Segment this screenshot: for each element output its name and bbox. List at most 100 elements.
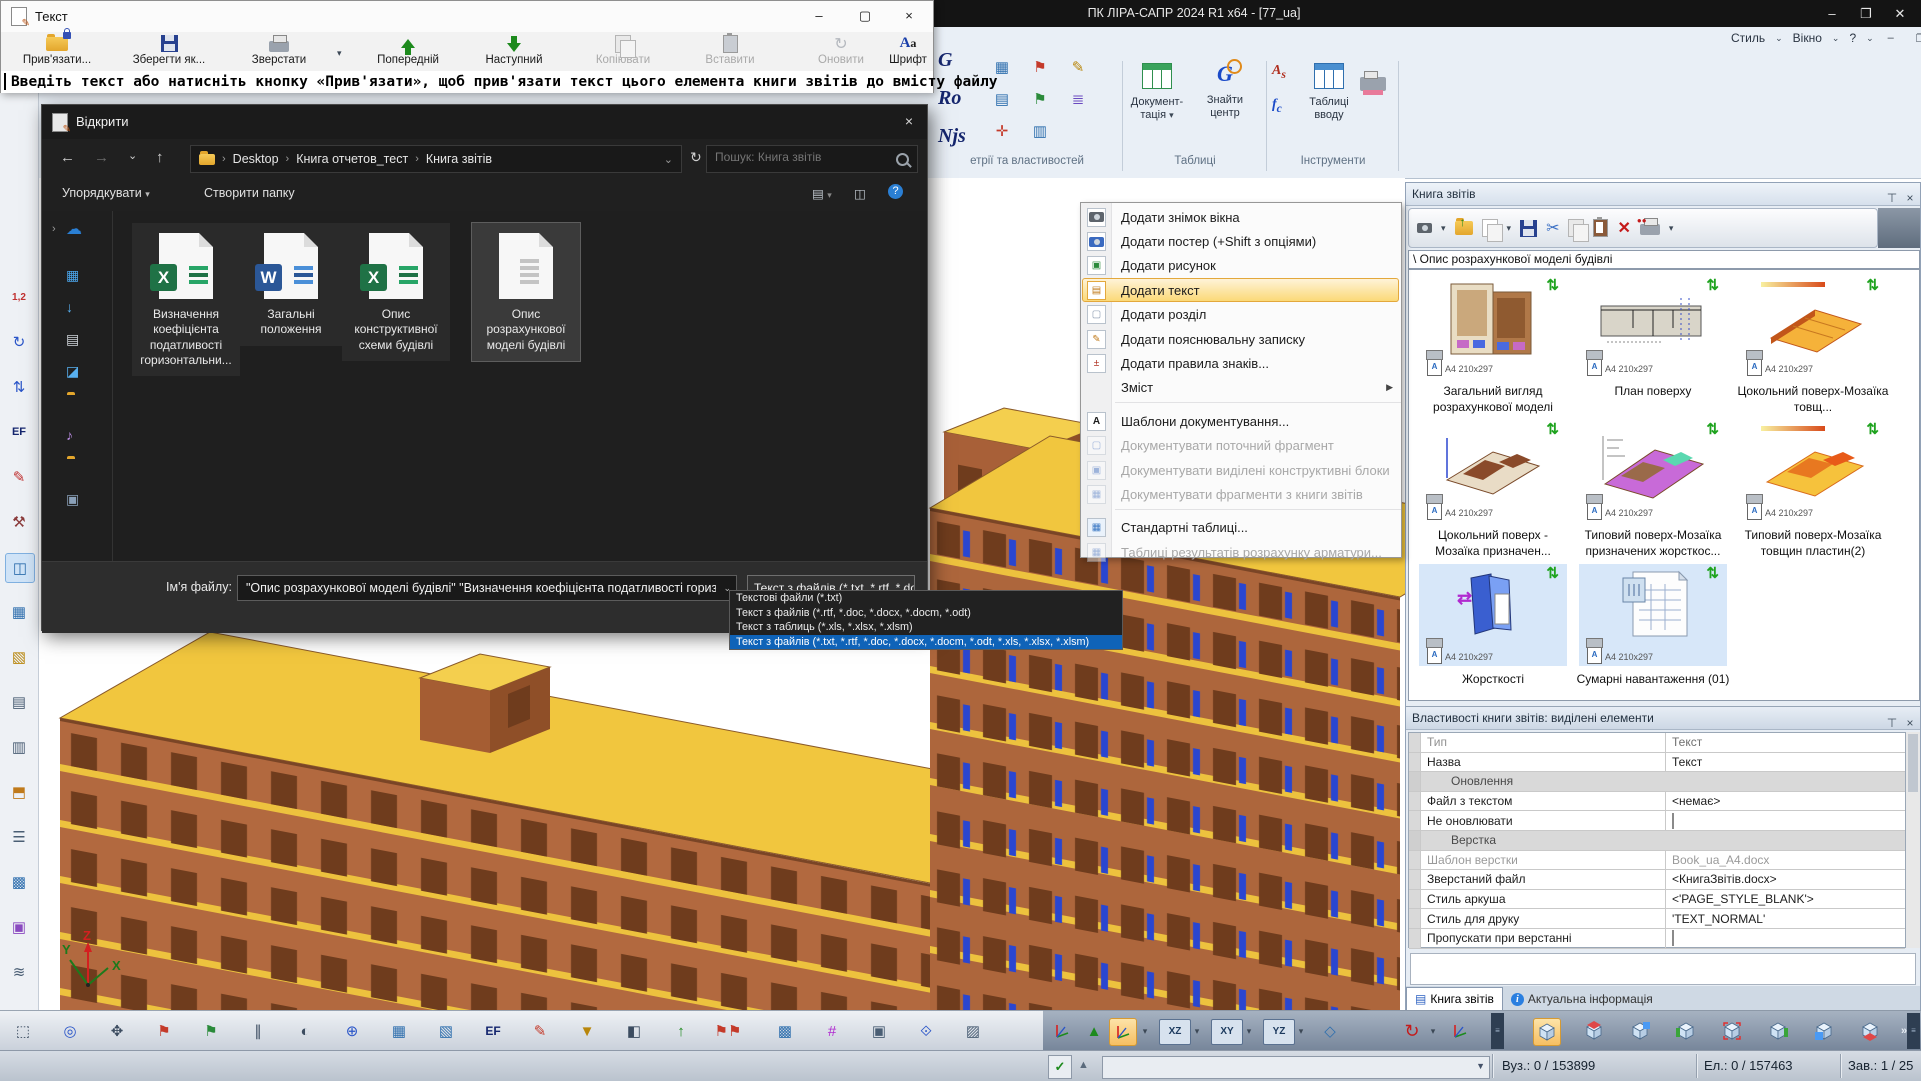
menu-item-rebar-tables[interactable]: ▦ Таблиці результатів розрахунку арматур… [1081,540,1401,564]
pc-icon[interactable]: ▦ [66,267,79,284]
print-layout-icon[interactable]: ●● [1640,224,1660,235]
menu-item-contents[interactable]: Зміст ▶ [1081,376,1401,400]
view-yz-button[interactable]: YZ [1263,1019,1295,1045]
file-item[interactable]: W Загальні положення [237,223,345,346]
contrast-icon[interactable]: ◐ [292,1018,318,1044]
search-input[interactable] [713,149,887,165]
tab-report-book[interactable]: ▤ Книга звітів [1406,987,1503,1010]
hatch-tool-icon[interactable]: ▩ [5,868,33,896]
triangle-up-icon[interactable]: ▲ [1081,1018,1107,1044]
chevron-down-icon[interactable]: ▾ [1295,1018,1307,1044]
mesh2-icon[interactable]: ▧ [433,1018,459,1044]
property-row[interactable]: Файл з текстом<немає> [1409,792,1905,812]
chevron-down-icon[interactable]: ⌄ [664,153,673,166]
cube-right-plane-icon[interactable] [1768,1021,1788,1041]
filter-icon[interactable]: ▼ [574,1018,600,1044]
slab-tool-icon[interactable]: ▧ [5,643,33,671]
font-button[interactable]: Aa Шрифт [885,34,931,66]
add-text-icon[interactable] [1482,219,1498,237]
flag-green-icon[interactable]: ⚑ [198,1018,224,1044]
properties-scrollbar[interactable] [1906,732,1920,948]
cube-top-cut-icon[interactable] [1584,1021,1604,1041]
ro-tool-icon[interactable]: Ro [938,87,961,110]
report-item[interactable]: ⇅ AA4 210x297 Типовий поверх-Мозаїка тов… [1735,420,1891,560]
flag-green-icon[interactable]: ⚑ [1028,87,1052,111]
pin-icon[interactable]: ⊤ [1884,187,1900,210]
doc-minimize-button[interactable]: ‒ [1878,32,1904,44]
columns-icon[interactable]: ∥ [245,1018,271,1044]
menu-window[interactable]: Вікно [1787,29,1828,47]
flag-icon[interactable]: ⚑ [1028,55,1052,79]
property-row[interactable]: Зверстаний файл<КнигаЗвітів.docx> [1409,870,1905,890]
move-icon[interactable]: ✥ [104,1018,130,1044]
status-combo[interactable]: ▼ [1102,1056,1490,1079]
documentation-button[interactable]: Документ- тація ▾ [1126,61,1188,121]
app-restore-button[interactable]: ❐ [1849,4,1883,24]
input-tables-button[interactable]: Таблиці вводу [1298,61,1360,121]
bind-button[interactable]: Прив'язати... [11,34,103,66]
filename-input[interactable] [244,580,718,596]
paste-button[interactable]: Вставити [687,34,773,66]
select-rect-icon[interactable]: ⬚ [10,1018,36,1044]
copy-icon[interactable] [1568,219,1584,237]
menu-item-add-section[interactable]: ▢ Додати розділ [1081,303,1401,327]
property-row[interactable]: ТипТекст [1409,733,1905,753]
layout-button[interactable]: Зверстати [233,34,325,66]
cut-icon[interactable]: ✂ [1546,218,1559,238]
new-folder-button[interactable]: Створити папку [204,186,295,200]
find-center-button[interactable]: G Знайти центр [1194,61,1256,119]
preview-pane-icon[interactable]: ◫ [854,186,866,201]
delete-icon[interactable]: ✕ [1617,218,1630,238]
grid-icon[interactable]: ▥ [1028,119,1052,143]
report-item[interactable]: ⇅ AA4 210x297 Цокольний поверх-Мозаїка т… [1735,276,1891,416]
text-editor[interactable]: Введіть текст або натисніть кнопку «Прив… [1,71,933,93]
menu-item-add-text[interactable]: ▤ Додати текст [1081,278,1401,302]
cube-tool-icon[interactable]: ⬒ [5,778,33,806]
expand-icon[interactable]: › [52,223,56,235]
next-button[interactable]: Наступний [469,34,559,66]
lines-icon[interactable]: ≣ [1066,87,1090,111]
property-group-row[interactable]: Верстка [1409,831,1905,851]
property-row[interactable]: Стиль для друку'TEXT_NORMAL' [1409,909,1905,929]
flags-pair-icon[interactable]: ⚑⚑ [715,1018,741,1044]
tab-actual-info[interactable]: i Актуальна інформація [1503,988,1661,1010]
menu-item-doc-current-fragment[interactable]: ▢ Документувати поточний фрагмент [1081,434,1401,458]
search-box[interactable] [706,145,918,173]
menu-item-add-note[interactable]: ✎ Додати пояснювальну записку [1081,327,1401,351]
stack-tool-icon[interactable]: ≋ [5,958,33,986]
checkbox[interactable] [1672,813,1674,829]
rotate-icon[interactable]: ↻ [5,328,33,356]
print-button[interactable] [1360,71,1386,91]
menu-item-add-poster[interactable]: Додати постер (+Shift з опціями) [1081,229,1401,253]
chevron-down-icon[interactable]: ⌄ [128,149,137,162]
filetype-option[interactable]: Текст з таблиць (*.xls, *.xlsx, *.xlsm) [730,620,1122,635]
triad-small-icon[interactable] [1053,1022,1071,1040]
chevron-down-icon[interactable]: ▾ [1427,1018,1439,1044]
menu-item-add-sign-rules[interactable]: ± Додати правила знаків... [1081,351,1401,375]
panel-tool-icon[interactable]: ▦ [5,598,33,626]
add-node-icon[interactable]: ⊕ [339,1018,365,1044]
property-row[interactable]: Не оновлювати [1409,811,1905,831]
rows-tool-icon[interactable]: ▥ [5,733,33,761]
view-mode-icon[interactable]: ▤ ▾ [812,186,832,201]
filetype-option[interactable]: Текстові файли (*.txt) [730,591,1122,606]
previous-button[interactable]: Попередній [363,34,453,66]
chevron-down-icon[interactable]: ▾ [1243,1018,1255,1044]
grid-tool-icon[interactable]: ▤ [5,688,33,716]
chevron-down-icon[interactable]: ▾ [1191,1018,1203,1044]
breadcrumb[interactable]: › Desktop › Книга отчетов_тест › Книга з… [190,145,682,173]
up-arrow-icon[interactable]: ↑ [668,1018,694,1044]
menu-item-doc-selected-blocks[interactable]: ▣ Документувати виділені конструктивні б… [1081,458,1401,482]
layers-tool-icon[interactable]: ▣ [5,913,33,941]
doc-restore-button[interactable]: ❐ [1908,32,1921,45]
half-view-icon[interactable]: ◧ [621,1018,647,1044]
snapshot-icon[interactable] [1417,223,1432,233]
report-item[interactable]: ⇅ AA4 210x297 План поверху [1575,276,1731,416]
perspective-icon[interactable]: ◇ [1317,1018,1343,1044]
menu-item-add-window-snapshot[interactable]: Додати знімок вікна [1081,205,1401,229]
as-icon[interactable]: As [1272,63,1286,81]
triangle-icon[interactable]: ▲ [1078,1059,1089,1071]
save-icon[interactable] [1520,220,1537,237]
app-minimize-button[interactable]: ‒ [1815,4,1849,24]
back-icon[interactable]: ← [60,149,75,166]
